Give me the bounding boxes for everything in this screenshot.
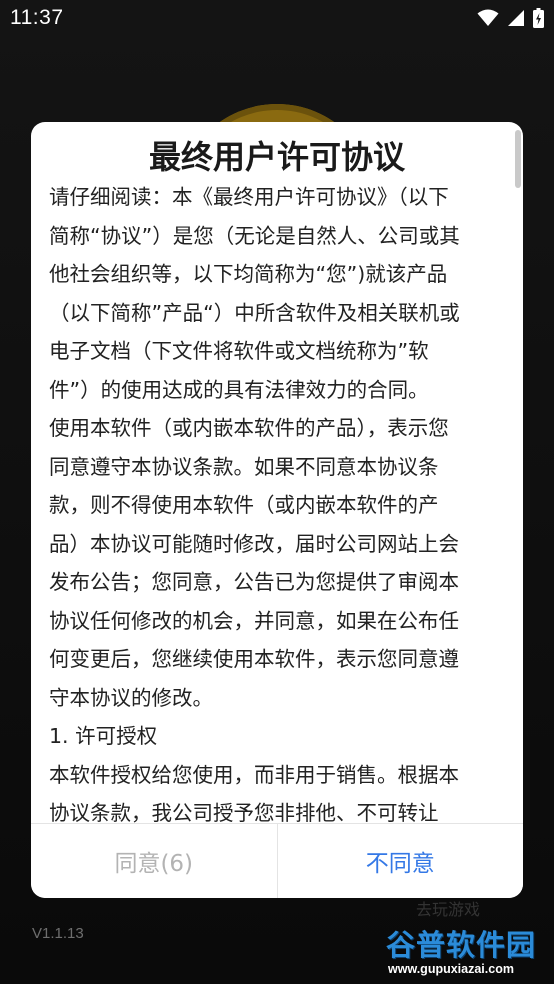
watermark-title: 谷普软件园	[386, 928, 537, 962]
status-bar: 11:37	[0, 0, 554, 38]
agreement-paragraph-intro: 请仔细阅读：本《最终用户许可协议》（以下 简称“协议”）是您（无论是自然人、公司…	[49, 185, 460, 402]
dialog-title: 最终用户许可协议	[148, 138, 405, 176]
agreement-paragraph-license: 本软件授权给您使用，而非用于销售。根据本 协议条款，我公司授予您非排他、不可转让	[49, 762, 459, 824]
watermark-url: www.gupuxiazai.com	[388, 962, 514, 976]
scrollbar-thumb[interactable]	[515, 130, 521, 188]
status-icons	[477, 8, 544, 32]
status-time: 11:37	[10, 6, 64, 29]
agreement-paragraph-terms: 使用本软件（或内嵌本软件的产品），表示您 同意遵守本协议条款。如果不同意本协议条…	[49, 416, 459, 710]
cellular-signal-icon	[507, 9, 525, 31]
license-dialog: 最终用户许可协议 请仔细阅读：本《最终用户许可协议》（以下 简称“协议”）是您（…	[31, 122, 523, 898]
battery-charging-icon	[533, 8, 544, 32]
dialog-footer: 同意(6) 不同意	[31, 823, 523, 898]
site-watermark: 谷普软件园 www.gupuxiazai.com	[384, 922, 554, 984]
wifi-icon	[477, 9, 499, 31]
agreement-text-scroll[interactable]: 请仔细阅读：本《最终用户许可协议》（以下 简称“协议”）是您（无论是自然人、公司…	[49, 178, 513, 823]
agreement-section-heading: 1. 许可授权	[49, 724, 158, 748]
background-faded-text: 去玩游戏	[416, 900, 481, 919]
agree-button[interactable]: 同意(6)	[31, 824, 278, 898]
version-label: V1.1.13	[32, 925, 84, 942]
disagree-button[interactable]: 不同意	[277, 824, 523, 898]
